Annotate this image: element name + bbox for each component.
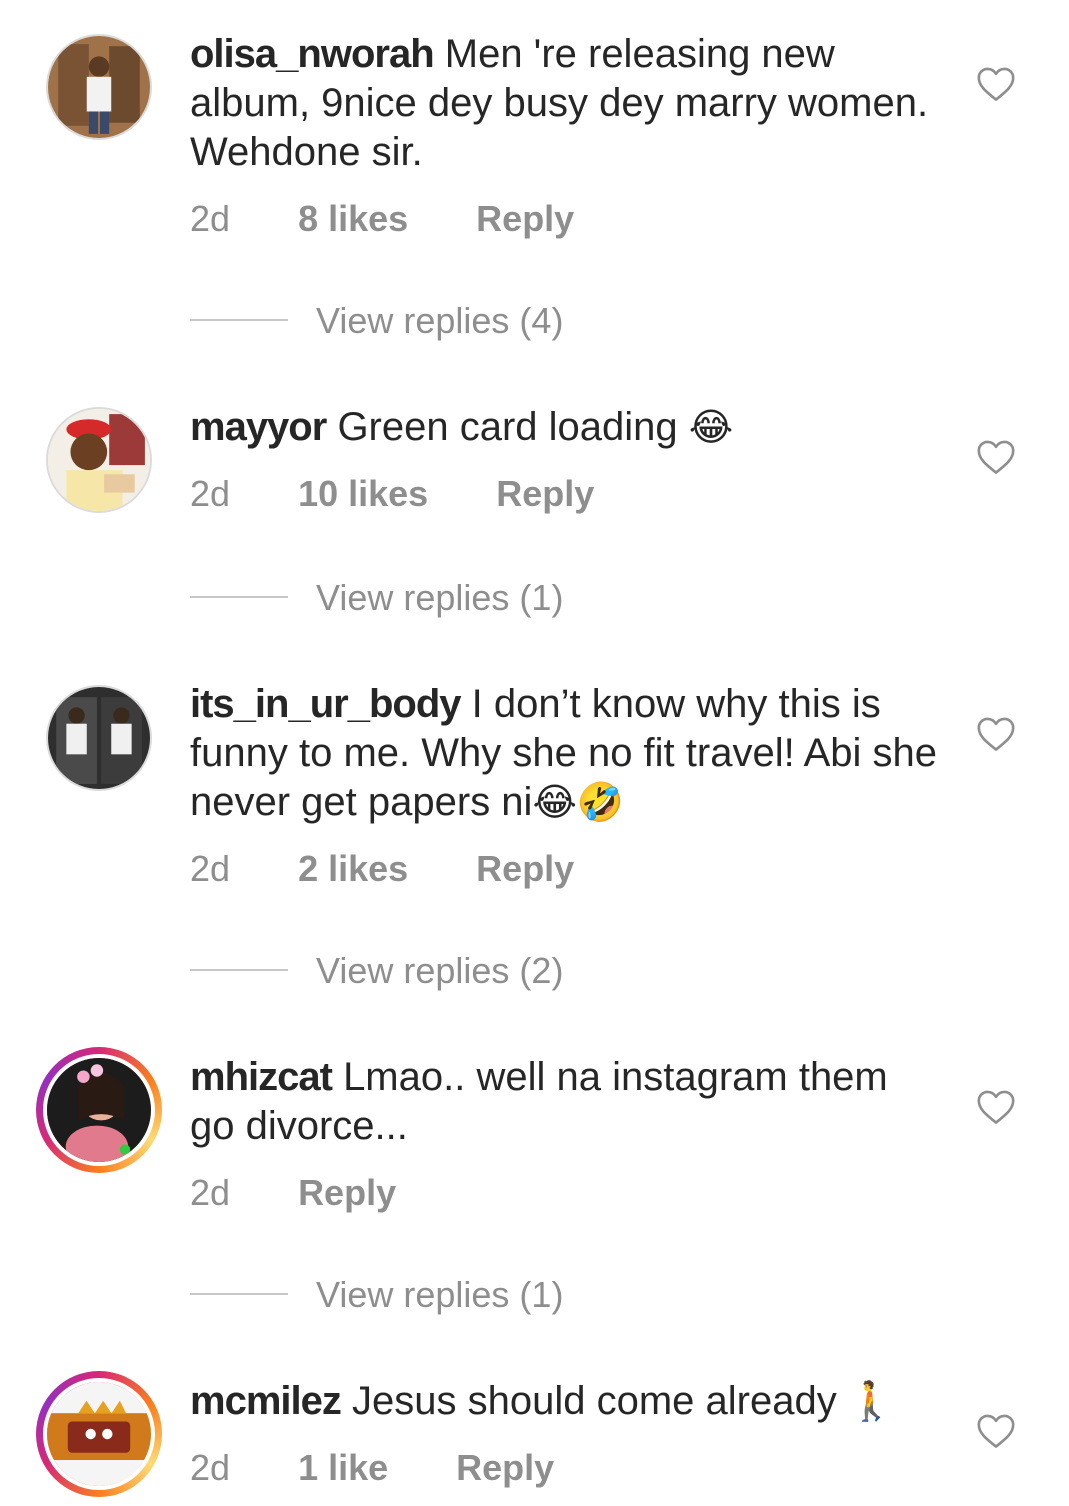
avatar	[43, 1378, 155, 1490]
emoji: 😂	[688, 405, 734, 449]
reply-button[interactable]: Reply	[496, 473, 594, 515]
reply-button[interactable]: Reply	[476, 848, 574, 890]
avatar	[43, 1054, 155, 1166]
view-replies-label[interactable]: View replies (1)	[316, 577, 563, 619]
like-button[interactable]	[976, 439, 1016, 475]
emoji: 🚶	[847, 1379, 896, 1423]
avatar[interactable]	[46, 407, 152, 513]
comment-text: mayyor Green card loading 😂	[190, 403, 940, 452]
comment-meta: 2d Reply	[190, 1172, 396, 1214]
view-replies-label[interactable]: View replies (4)	[316, 300, 563, 342]
likes-count[interactable]: 8 likes	[298, 198, 408, 240]
timestamp: 2d	[190, 1447, 231, 1488]
heart-outline-icon	[977, 440, 1015, 474]
avatar-image	[47, 1058, 151, 1162]
likes-count[interactable]: 2 likes	[298, 848, 408, 890]
avatar-image	[48, 36, 150, 138]
avatar-image	[47, 1382, 151, 1486]
timestamp: 2d	[190, 473, 231, 514]
username[interactable]: mcmilez	[190, 1379, 342, 1423]
like-button[interactable]	[976, 716, 1016, 752]
username[interactable]: its_in_ur_body	[190, 682, 462, 726]
heart-outline-icon	[977, 717, 1015, 751]
comment-meta: 2d 10 likes Reply	[190, 473, 594, 515]
username[interactable]: mayyor	[190, 405, 327, 449]
likes-count[interactable]: 10 likes	[298, 473, 428, 515]
likes-count[interactable]: 1 like	[298, 1447, 388, 1489]
avatar-story-ring[interactable]	[36, 1047, 162, 1173]
heart-outline-icon	[977, 1414, 1015, 1448]
emoji: 😂🤣	[532, 780, 625, 824]
comment-body: Jesus should come already	[351, 1379, 837, 1423]
view-replies-label[interactable]: View replies (2)	[316, 950, 563, 992]
timestamp: 2d	[190, 1172, 231, 1213]
divider-line	[190, 1293, 288, 1295]
comment-text: its_in_ur_body I don’t know why this is …	[190, 680, 940, 827]
view-replies-label[interactable]: View replies (1)	[316, 1274, 563, 1316]
timestamp: 2d	[190, 198, 231, 239]
like-button[interactable]	[976, 1413, 1016, 1449]
avatar[interactable]	[46, 34, 152, 140]
reply-button[interactable]: Reply	[298, 1172, 396, 1214]
divider-line	[190, 969, 288, 971]
reply-button[interactable]: Reply	[456, 1447, 554, 1489]
comment-meta: 2d 8 likes Reply	[190, 198, 574, 240]
heart-outline-icon	[977, 67, 1015, 101]
avatar-story-ring[interactable]	[36, 1371, 162, 1497]
comment-body: Green card loading	[337, 405, 678, 449]
avatar-image	[48, 687, 150, 789]
like-button[interactable]	[976, 1089, 1016, 1125]
divider-line	[190, 596, 288, 598]
avatar[interactable]	[46, 685, 152, 791]
comment-meta: 2d 1 like Reply	[190, 1447, 554, 1489]
comment-text: mcmilez Jesus should come already 🚶	[190, 1377, 940, 1426]
comment-meta: 2d 2 likes Reply	[190, 848, 574, 890]
avatar-image	[48, 409, 150, 511]
comment-text: mhizcat Lmao.. well na instagram them go…	[190, 1053, 940, 1151]
like-button[interactable]	[976, 66, 1016, 102]
divider-line	[190, 319, 288, 321]
username[interactable]: olisa_nworah	[190, 32, 435, 76]
username[interactable]: mhizcat	[190, 1055, 333, 1099]
timestamp: 2d	[190, 848, 231, 889]
reply-button[interactable]: Reply	[476, 198, 574, 240]
heart-outline-icon	[977, 1090, 1015, 1124]
comment-text: olisa_nworah Men 're releasing new album…	[190, 30, 940, 177]
